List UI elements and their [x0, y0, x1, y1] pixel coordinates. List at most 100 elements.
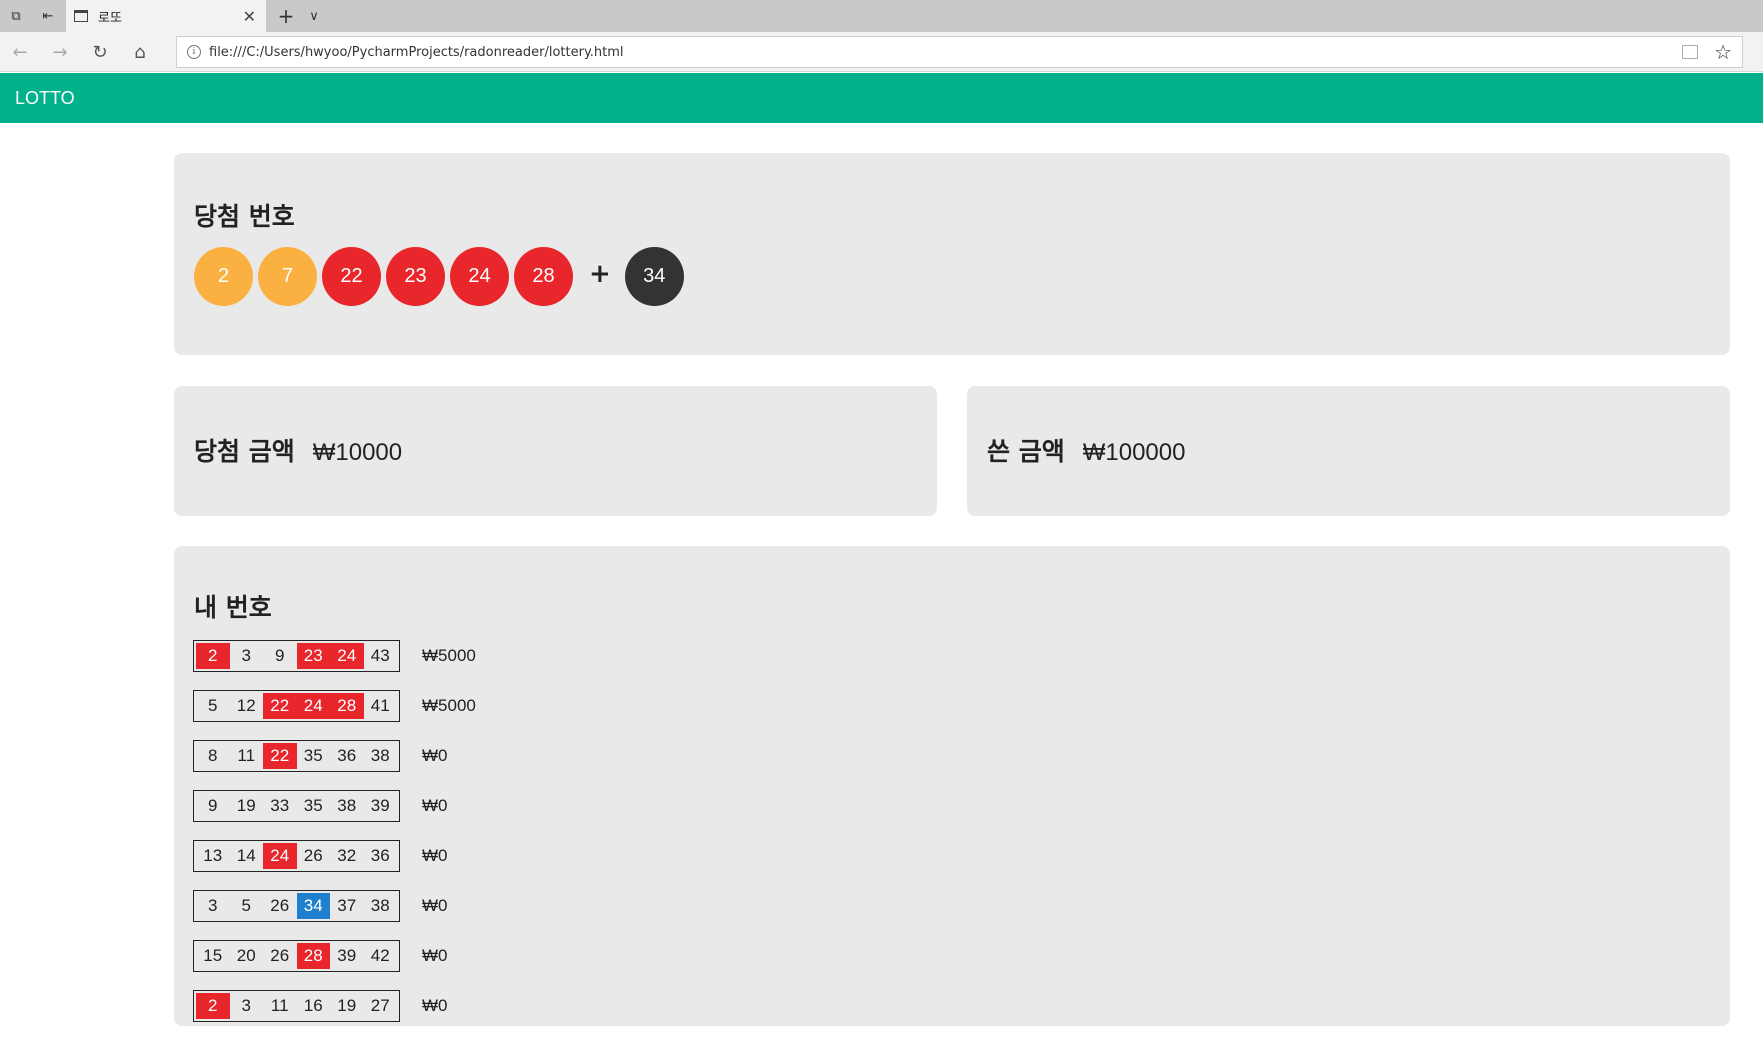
ticket-number: 38	[370, 896, 390, 915]
ticket-number: 15	[203, 946, 223, 965]
reading-view-icon[interactable]	[1682, 45, 1698, 59]
bonus-ball: 34	[624, 247, 684, 306]
ticket-number: 26	[270, 946, 290, 965]
ticket-number: 2	[196, 643, 230, 669]
ticket-number: 27	[370, 996, 390, 1015]
winning-balls: 2 7 22 23 24 28 + 34	[194, 247, 689, 306]
winning-ball: 23	[386, 247, 445, 306]
ticket-number: 20	[236, 946, 256, 965]
winning-numbers-card: 당첨 번호 2 7 22 23 24 28 + 34	[174, 153, 1730, 355]
ticket-number: 13	[203, 846, 223, 865]
ticket-numbers: 5 12 22 24 28 41	[193, 690, 400, 722]
app-header: LOTTO	[0, 73, 1763, 123]
ticket-number: 24	[263, 843, 297, 869]
my-numbers-card: 내 번호 2 3 9 23 24 43 ₩5000 5 12 22 24 28 …	[174, 546, 1730, 1026]
ticket-numbers: 2 3 11 16 19 27	[193, 990, 400, 1022]
prize-amount-card: 당첨 금액 ₩10000	[174, 386, 937, 516]
ticket-numbers: 15 20 26 28 39 42	[193, 940, 400, 972]
ticket-number: 16	[303, 996, 323, 1015]
home-icon[interactable]: ⌂	[124, 36, 156, 68]
forward-arrow-icon[interactable]: →	[44, 36, 76, 68]
ticket-number: 9	[275, 646, 285, 665]
ticket-number: 9	[208, 796, 218, 815]
ticket-number: 14	[236, 846, 256, 865]
ticket-prize: ₩0	[422, 896, 448, 915]
url-text[interactable]: file:///C:/Users/hwyoo/PycharmProjects/r…	[209, 45, 1742, 60]
ticket-number: 8	[208, 746, 218, 765]
ticket-number: 24	[296, 693, 330, 719]
ticket-number: 3	[241, 646, 251, 665]
ticket-number: 2	[196, 993, 230, 1019]
prize-amount-value: ₩10000	[312, 439, 403, 466]
browser-tab[interactable]: 로또 ✕	[66, 0, 266, 32]
ticket-number: 32	[337, 846, 357, 865]
ticket-prize: ₩0	[422, 796, 448, 815]
ticket-row: 2 3 11 16 19 27 ₩0	[193, 990, 476, 1022]
ticket-prize: ₩0	[422, 746, 448, 765]
winning-numbers-heading: 당첨 번호	[194, 202, 295, 231]
ticket-number: 38	[337, 796, 357, 815]
tab-title: 로또	[98, 10, 122, 26]
winning-ball: 7	[258, 247, 317, 306]
ticket-number: 36	[337, 746, 357, 765]
ticket-number: 43	[370, 646, 390, 665]
ticket-number: 19	[337, 996, 357, 1015]
spent-amount-card: 쓴 금액 ₩100000	[967, 386, 1730, 516]
ticket-row: 15 20 26 28 39 42 ₩0	[193, 940, 476, 972]
ticket-row: 13 14 24 26 32 36 ₩0	[193, 840, 476, 872]
ticket-numbers: 9 19 33 35 38 39	[193, 790, 400, 822]
star-icon[interactable]: ☆	[1714, 40, 1732, 64]
refresh-icon[interactable]: ↻	[84, 36, 116, 68]
my-numbers-heading: 내 번호	[194, 593, 272, 622]
ticket-number: 35	[303, 746, 323, 765]
ticket-numbers: 3 5 26 34 37 38	[193, 890, 400, 922]
ticket-number: 33	[270, 796, 290, 815]
plus-sign: +	[589, 258, 611, 289]
ticket-number: 37	[337, 896, 357, 915]
address-bar[interactable]: i file:///C:/Users/hwyoo/PycharmProjects…	[176, 36, 1743, 68]
ticket-number: 12	[236, 696, 256, 715]
ticket-number: 34	[296, 893, 330, 919]
winning-ball: 22	[322, 247, 381, 306]
winning-ball: 28	[514, 247, 573, 306]
ticket-number: 36	[370, 846, 390, 865]
ticket-number: 24	[330, 643, 364, 669]
ticket-number: 5	[241, 896, 251, 915]
ticket-number: 26	[303, 846, 323, 865]
ticket-number: 28	[296, 943, 330, 969]
app-title[interactable]: LOTTO	[15, 88, 75, 109]
ticket-prize: ₩0	[422, 996, 448, 1015]
ticket-list: 2 3 9 23 24 43 ₩5000 5 12 22 24 28 41 ₩5…	[193, 640, 476, 1040]
info-icon[interactable]: i	[187, 45, 201, 59]
ticket-row: 2 3 9 23 24 43 ₩5000	[193, 640, 476, 672]
page-icon	[74, 10, 88, 22]
ticket-number: 38	[370, 746, 390, 765]
ticket-row: 8 11 22 35 36 38 ₩0	[193, 740, 476, 772]
ticket-numbers: 2 3 9 23 24 43	[193, 640, 400, 672]
ticket-number: 28	[330, 693, 364, 719]
ticket-number: 22	[263, 693, 297, 719]
new-tab-icon[interactable]: +	[272, 0, 300, 32]
ticket-number: 39	[370, 796, 390, 815]
ticket-number: 3	[241, 996, 251, 1015]
ticket-number: 42	[370, 946, 390, 965]
spent-amount-value: ₩100000	[1082, 439, 1186, 466]
ticket-number: 3	[208, 896, 218, 915]
ticket-number: 5	[208, 696, 218, 715]
ticket-numbers: 8 11 22 35 36 38	[193, 740, 400, 772]
chevron-down-icon[interactable]: ∨	[300, 0, 328, 32]
ticket-number: 26	[270, 896, 290, 915]
ticket-number: 39	[337, 946, 357, 965]
tab-groups-icon[interactable]: ⧉	[0, 0, 32, 32]
ticket-number: 23	[296, 643, 330, 669]
ticket-prize: ₩5000	[422, 696, 476, 715]
set-aside-tabs-icon[interactable]: ⇤	[32, 0, 64, 32]
ticket-number: 19	[236, 796, 256, 815]
ticket-row: 3 5 26 34 37 38 ₩0	[193, 890, 476, 922]
ticket-number: 22	[263, 743, 297, 769]
ticket-number: 11	[270, 996, 289, 1015]
ticket-numbers: 13 14 24 26 32 36	[193, 840, 400, 872]
ticket-number: 11	[237, 746, 256, 765]
back-arrow-icon[interactable]: ←	[4, 36, 36, 68]
close-tab-icon[interactable]: ✕	[243, 7, 256, 26]
